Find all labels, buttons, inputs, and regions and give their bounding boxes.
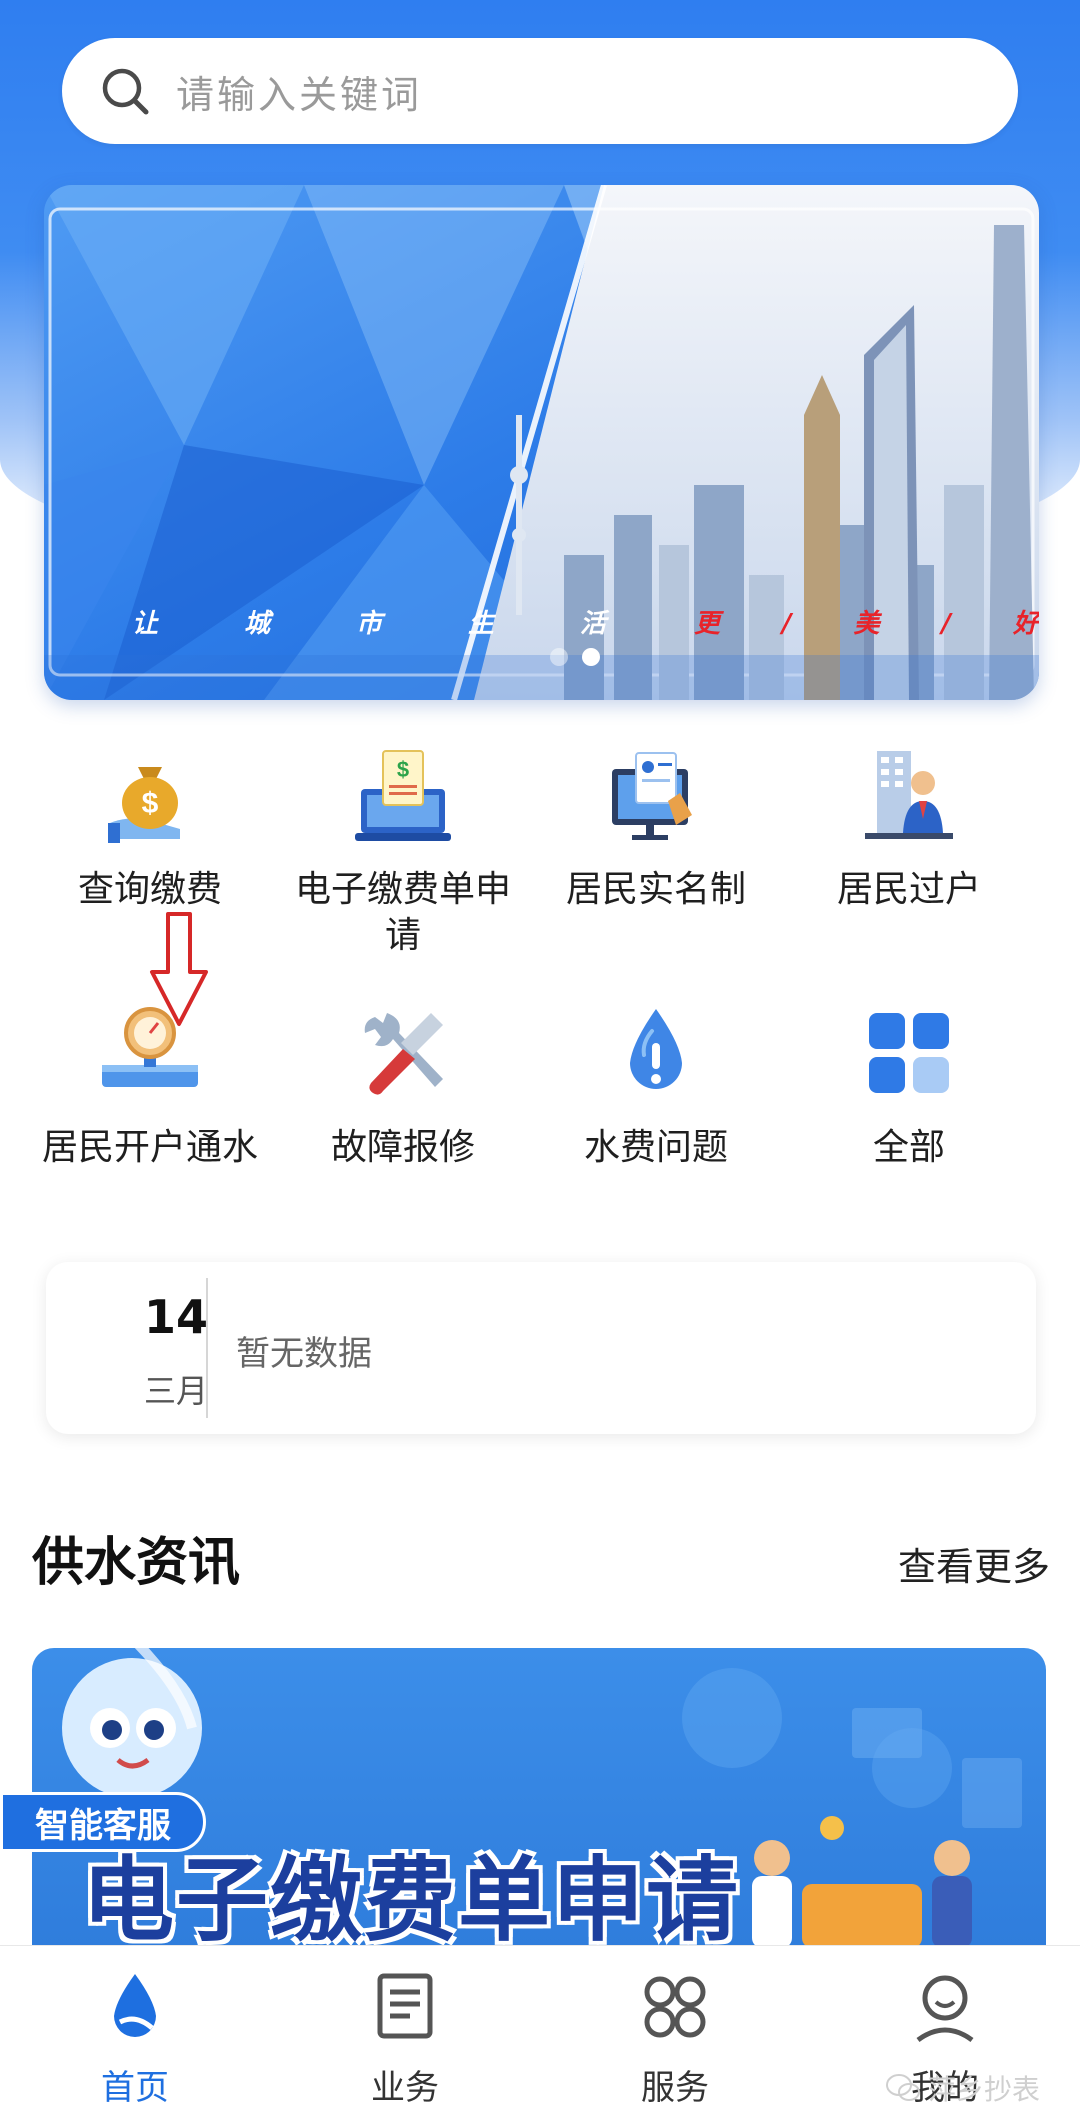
id-verification-icon	[612, 752, 692, 840]
water-drop-alert-icon	[630, 1009, 682, 1089]
tab-label: 服务	[641, 2068, 709, 2108]
carousel-indicator	[550, 648, 600, 666]
tab-home[interactable]: 首页	[0, 1946, 270, 2115]
carousel-dot[interactable]	[550, 648, 568, 666]
grid-all-icon	[869, 1013, 949, 1093]
svg-text:$: $	[142, 787, 159, 820]
service-label: 居民开户通水	[41, 1127, 258, 1168]
transfer-person-icon	[865, 751, 953, 839]
smart-assistant-button[interactable]: 智能客服	[0, 1792, 206, 1852]
search-icon	[102, 68, 149, 115]
service-query-payment[interactable]: $ 查询缴费	[15, 745, 285, 913]
search-placeholder: 请输入关键词	[176, 72, 423, 117]
apps-icon	[644, 1976, 706, 2038]
service-label: 居民过户	[836, 869, 981, 910]
money-bag-icon: $	[108, 767, 180, 843]
notice-divider	[206, 1278, 208, 1418]
service-label: 故障报修	[330, 1127, 475, 1168]
notice-message: 暂无数据	[236, 1334, 372, 1374]
service-label: 查询缴费	[77, 869, 222, 910]
service-repair[interactable]: 故障报修	[268, 1003, 538, 1171]
promo-banner[interactable]: 让城市生活 更/美/好	[44, 185, 1039, 700]
service-water-fee[interactable]: 水费问题	[521, 1003, 791, 1171]
service-label: 水费问题	[583, 1127, 728, 1168]
banner-slogan-left: 让城市生活	[132, 609, 693, 639]
notice-card[interactable]: 14 三月 暂无数据	[46, 1262, 1036, 1434]
invoice-laptop-icon: $	[355, 750, 451, 841]
banner-slogan-right: 更/美/好	[694, 609, 1039, 639]
watermark: 萍乡抄表	[885, 2068, 1040, 2108]
water-drop-icon	[114, 1974, 156, 2037]
service-real-name[interactable]: 居民实名制	[521, 745, 791, 913]
service-all[interactable]: 全部	[774, 1003, 1044, 1171]
notice-day: 14	[143, 1290, 208, 1344]
tab-business[interactable]: 业务	[270, 1946, 540, 2115]
svg-text:$: $	[397, 757, 409, 782]
service-label: 电子缴费单申请	[294, 869, 511, 956]
down-arrow-annotation	[150, 912, 208, 1026]
watermark-text: 萍乡抄表	[927, 2073, 1040, 2106]
tab-label: 业务	[371, 2068, 439, 2108]
service-e-invoice[interactable]: $ 电子缴费单申请	[268, 745, 538, 959]
tab-label: 首页	[101, 2068, 169, 2108]
news-more-link[interactable]: 查看更多	[898, 1536, 1050, 1591]
service-label: 全部	[872, 1127, 945, 1168]
document-icon	[377, 1973, 433, 2039]
search-input[interactable]: 请输入关键词	[62, 38, 1018, 144]
notice-month: 三月	[143, 1372, 208, 1410]
news-section-title: 供水资讯	[32, 1533, 241, 1593]
service-label: 居民实名制	[565, 869, 746, 910]
service-transfer[interactable]: 居民过户	[774, 745, 1044, 913]
carousel-dot-active[interactable]	[582, 648, 600, 666]
wechat-icon	[885, 2074, 920, 2101]
profile-icon	[916, 1975, 974, 2043]
tab-service[interactable]: 服务	[540, 1946, 810, 2115]
repair-tools-icon	[364, 1013, 443, 1095]
